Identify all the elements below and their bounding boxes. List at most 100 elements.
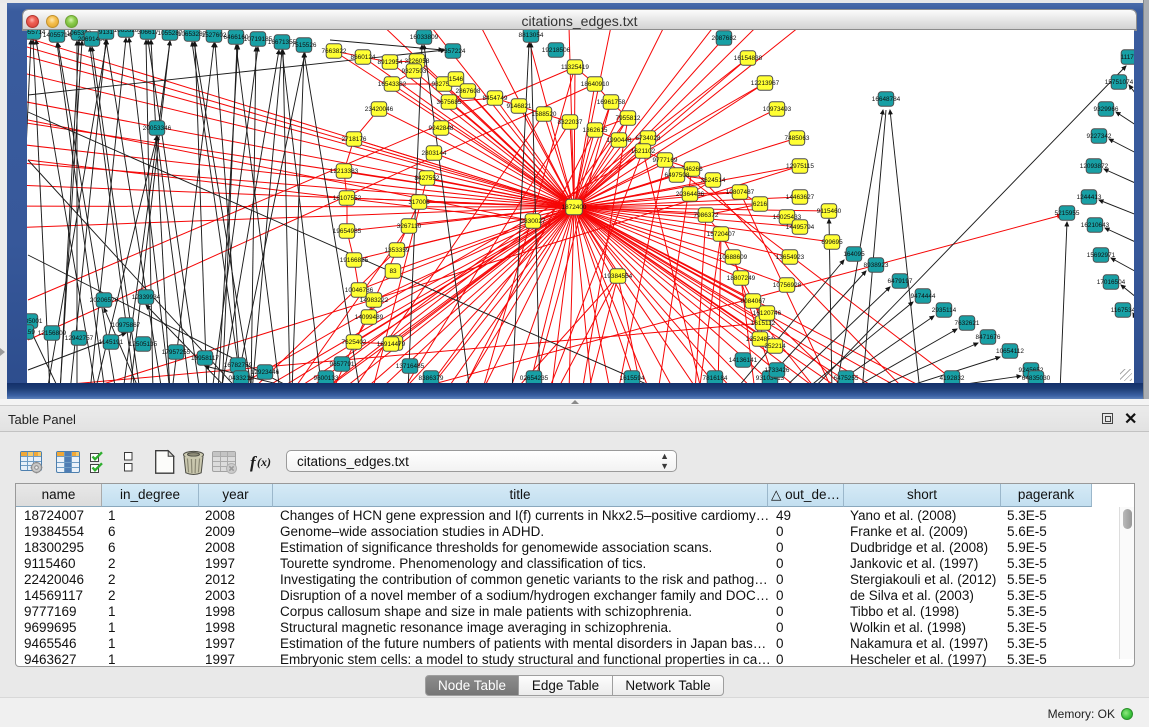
svg-text:18640910: 18640910: [581, 81, 610, 88]
svg-text:14495794: 14495794: [786, 224, 815, 231]
svg-text:15720407: 15720407: [707, 231, 736, 238]
svg-text:19166825: 19166825: [340, 257, 369, 264]
svg-text:9777169: 9777169: [653, 157, 678, 164]
svg-text:16914479: 16914479: [377, 341, 406, 348]
svg-text:8427552: 8427552: [415, 175, 440, 182]
svg-text:3267110: 3267110: [397, 223, 422, 230]
svg-text:252214: 252214: [764, 343, 786, 350]
svg-text:15692971: 15692971: [1087, 252, 1116, 259]
svg-text:2718176: 2718176: [342, 136, 367, 143]
svg-text:7625402: 7625402: [342, 339, 367, 346]
svg-text:10807487: 10807487: [726, 189, 755, 196]
svg-text:9115460: 9115460: [817, 208, 842, 215]
svg-text:0433218: 0433218: [229, 375, 254, 382]
svg-text:19218506: 19218506: [542, 47, 571, 54]
svg-text:1244413: 1244413: [1077, 194, 1102, 201]
svg-text:12213383: 12213383: [330, 168, 359, 175]
svg-text:10654112: 10654112: [996, 348, 1024, 355]
svg-text:6734028: 6734028: [636, 135, 661, 142]
svg-text:12975115: 12975115: [786, 163, 814, 170]
svg-text:8912954: 8912954: [378, 59, 403, 66]
svg-text:1990448: 1990448: [607, 137, 632, 144]
svg-text:5215955: 5215955: [1055, 210, 1080, 217]
svg-text:8660124: 8660124: [351, 54, 376, 61]
svg-text:16648784: 16648784: [872, 96, 901, 103]
svg-text:1621102: 1621102: [631, 148, 656, 155]
svg-text:1353359: 1353359: [385, 247, 410, 254]
svg-text:8471676: 8471676: [976, 334, 1001, 341]
svg-text:8386379: 8386379: [419, 375, 444, 382]
svg-text:10756928: 10756928: [773, 282, 802, 289]
svg-text:9327503: 9327503: [402, 68, 427, 75]
svg-text:6475255: 6475255: [834, 375, 859, 382]
svg-text:39159: 39159: [27, 329, 35, 336]
svg-text:14983222: 14983222: [360, 297, 389, 304]
svg-text:16154838: 16154838: [734, 55, 763, 62]
svg-text:11174: 11174: [1121, 54, 1134, 61]
svg-text:7955812: 7955812: [616, 115, 641, 122]
svg-text:8938923: 8938923: [864, 262, 889, 269]
svg-text:9146821: 9146821: [507, 103, 532, 110]
svg-text:(x): (x): [257, 455, 271, 469]
svg-text:15751074: 15751074: [1105, 79, 1134, 86]
svg-text:16210643: 16210643: [1081, 222, 1110, 229]
svg-text:1615112: 1615112: [751, 320, 776, 327]
svg-text:7986372: 7986372: [694, 212, 719, 219]
svg-text:3675685: 3675685: [437, 99, 462, 106]
svg-text:7485063: 7485063: [785, 135, 810, 142]
svg-text:20364436: 20364436: [676, 191, 705, 198]
svg-text:13654923: 13654923: [776, 254, 805, 261]
svg-text:317006: 317006: [408, 199, 430, 206]
svg-text:83: 83: [389, 268, 397, 275]
svg-text:20053346: 20053346: [143, 125, 172, 132]
svg-text:23420046: 23420046: [365, 106, 394, 113]
svg-text:14136141: 14136141: [729, 357, 758, 364]
svg-text:8322037: 8322037: [558, 119, 583, 126]
svg-text:2935114: 2935114: [932, 307, 957, 314]
svg-text:2330027: 2330027: [521, 218, 546, 225]
svg-text:19958117: 19958117: [191, 355, 219, 362]
svg-text:12156809: 12156809: [38, 330, 67, 337]
svg-text:9474444: 9474444: [911, 293, 936, 300]
svg-text:7515526: 7515526: [292, 42, 317, 49]
svg-text:10975867: 10975867: [112, 322, 141, 329]
svg-text:18807249: 18807249: [727, 275, 756, 282]
svg-text:16120746: 16120746: [753, 310, 782, 317]
svg-text:4192832: 4192832: [940, 375, 965, 382]
svg-text:1145191: 1145191: [99, 339, 124, 346]
svg-text:02654235: 02654235: [520, 375, 549, 382]
svg-text:17016504: 17016504: [1097, 279, 1126, 286]
svg-text:19654985: 19654985: [333, 228, 362, 235]
svg-text:10973493: 10973493: [763, 106, 792, 113]
svg-text:6497508: 6497508: [665, 172, 690, 179]
svg-text:3624514: 3624514: [701, 177, 726, 184]
svg-text:2867608: 2867608: [456, 88, 481, 95]
svg-text:8813054: 8813054: [519, 32, 544, 39]
svg-text:16782759: 16782759: [224, 362, 253, 369]
svg-text:9600133: 9600133: [314, 375, 339, 382]
svg-text:12213967: 12213967: [751, 80, 780, 87]
svg-text:9329966: 9329966: [1094, 106, 1119, 113]
svg-text:14463627: 14463627: [786, 194, 815, 201]
svg-text:2087682: 2087682: [712, 35, 737, 42]
svg-text:9242848: 9242848: [429, 125, 454, 132]
svg-text:1733426: 1733426: [765, 367, 790, 374]
svg-text:12505135: 12505135: [129, 341, 158, 348]
svg-text:7632621: 7632621: [955, 320, 980, 327]
svg-text:7357224: 7357224: [441, 48, 466, 55]
svg-text:9227342: 9227342: [1087, 133, 1112, 140]
svg-text:9131: 9131: [99, 30, 114, 36]
svg-text:19384554: 19384554: [604, 273, 633, 280]
svg-text:6479197: 6479197: [888, 278, 913, 285]
svg-text:1362615: 1362615: [583, 127, 608, 134]
svg-text:1435001: 1435001: [27, 318, 43, 325]
svg-text:12942757: 12942757: [65, 335, 94, 342]
svg-text:1546: 1546: [449, 76, 464, 83]
svg-text:2803144: 2803144: [422, 150, 447, 157]
svg-text:16543382: 16543382: [378, 81, 407, 88]
svg-text:7816184: 7816184: [703, 375, 728, 382]
svg-text:1615594: 1615594: [620, 375, 645, 382]
svg-text:20206576: 20206576: [90, 297, 119, 304]
svg-text:16961758: 16961758: [597, 99, 626, 106]
svg-text:12093872: 12093872: [1080, 163, 1109, 170]
